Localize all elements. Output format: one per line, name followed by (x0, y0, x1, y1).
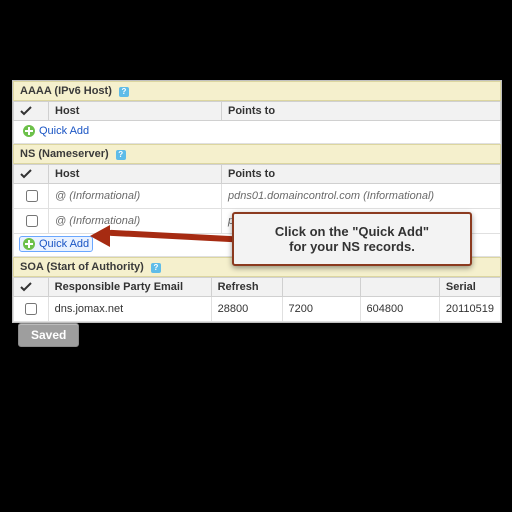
table-row: dns.jomax.net 28800 7200 604800 20110519 (14, 297, 501, 322)
row-checkbox[interactable] (26, 215, 38, 227)
quick-add-aaaa[interactable]: Quick Add (20, 124, 92, 138)
section-title-ns: NS (Nameserver) (20, 148, 109, 160)
callout-line1: Click on the "Quick Add" (244, 224, 460, 239)
quick-add-label: Quick Add (39, 238, 89, 250)
screenshot-stage: AAAA (IPv6 Host) ? Host Points to Quick … (0, 0, 512, 512)
quick-add-ns[interactable]: Quick Add (20, 237, 92, 251)
col-3 (282, 278, 360, 297)
checkmark-icon (20, 281, 32, 293)
col-refresh: Refresh (211, 278, 282, 297)
soa-c4-cell: 604800 (360, 297, 439, 322)
col-4 (360, 278, 439, 297)
aaaa-table: Host Points to Quick Add (13, 101, 501, 144)
col-host: Host (49, 102, 222, 121)
saved-button[interactable]: Saved (18, 323, 79, 347)
select-all-soa[interactable] (14, 278, 49, 297)
row-checkbox[interactable] (26, 190, 38, 202)
col-host: Host (49, 165, 222, 184)
quick-add-label: Quick Add (39, 125, 89, 137)
section-title-soa: SOA (Start of Authority) (20, 261, 144, 273)
col-email: Responsible Party Email (48, 278, 211, 297)
section-header-aaaa: AAAA (IPv6 Host) ? (13, 81, 501, 101)
checkmark-icon (20, 105, 32, 117)
ns-host-cell: @ (Informational) (49, 184, 222, 209)
help-icon[interactable]: ? (119, 87, 129, 97)
checkmark-icon (20, 168, 32, 180)
table-row: @ (Informational) pdns01.domaincontrol.c… (14, 184, 501, 209)
section-title-aaaa: AAAA (IPv6 Host) (20, 85, 112, 97)
col-serial: Serial (439, 278, 500, 297)
soa-serial-cell: 20110519 (439, 297, 500, 322)
ns-host-cell: @ (Informational) (49, 209, 222, 234)
ns-points-to-cell: pdns01.domaincontrol.com (Informational) (222, 184, 501, 209)
col-points-to: Points to (222, 102, 501, 121)
select-all-aaaa[interactable] (14, 102, 49, 121)
plus-icon (23, 125, 35, 137)
help-icon[interactable]: ? (151, 263, 161, 273)
row-checkbox[interactable] (25, 303, 37, 315)
soa-email-cell: dns.jomax.net (48, 297, 211, 322)
callout-line2: for your NS records. (244, 239, 460, 254)
col-points-to: Points to (222, 165, 501, 184)
select-all-ns[interactable] (14, 165, 49, 184)
help-icon[interactable]: ? (116, 150, 126, 160)
soa-refresh-cell: 28800 (211, 297, 282, 322)
instruction-callout: Click on the "Quick Add" for your NS rec… (232, 212, 472, 266)
dns-panel: AAAA (IPv6 Host) ? Host Points to Quick … (12, 80, 502, 323)
soa-c3-cell: 7200 (282, 297, 360, 322)
soa-table: Responsible Party Email Refresh Serial d… (13, 277, 501, 322)
plus-icon (23, 238, 35, 250)
section-header-ns: NS (Nameserver) ? (13, 144, 501, 164)
